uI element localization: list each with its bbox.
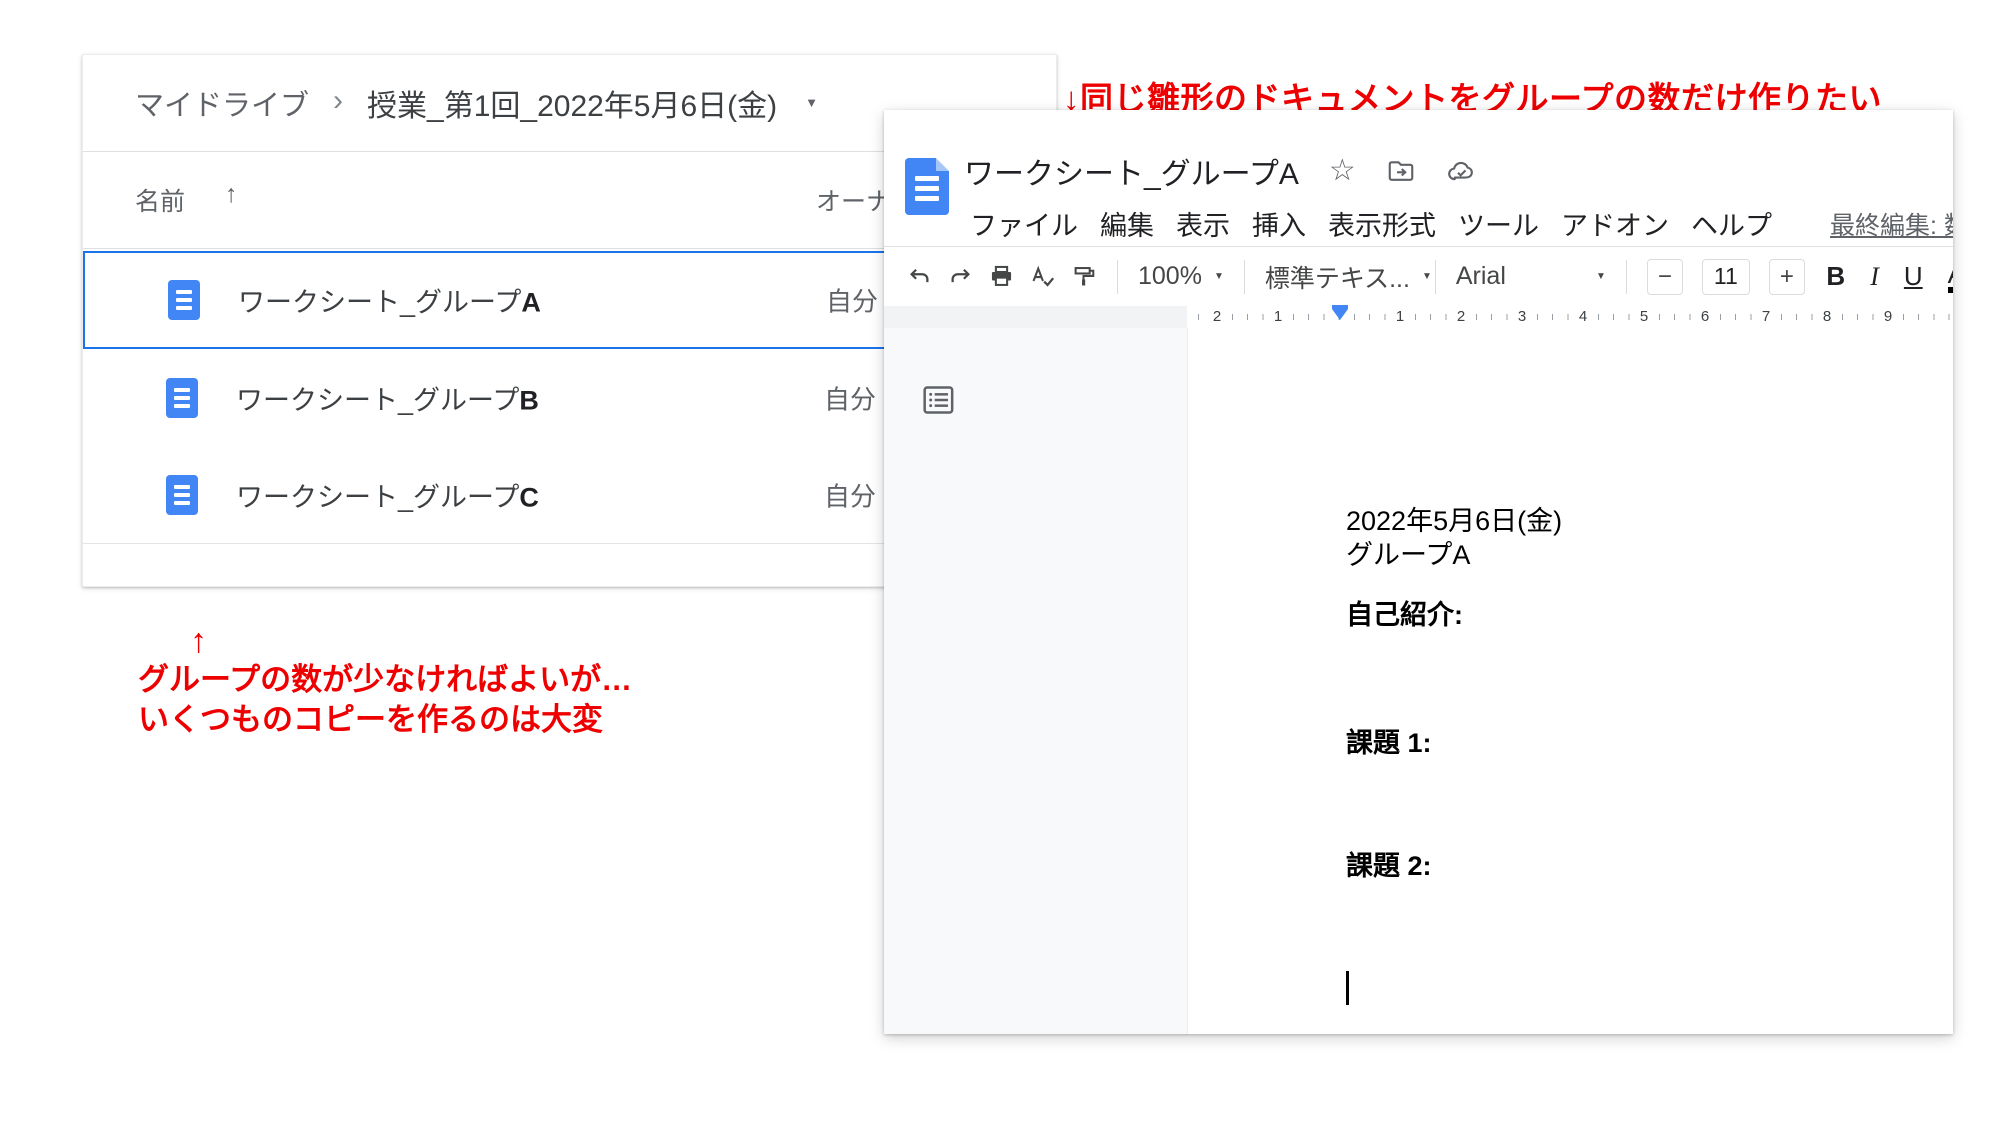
bold-button[interactable]: B — [1826, 261, 1845, 292]
text-cursor — [1346, 971, 1349, 1005]
undo-icon[interactable] — [906, 263, 933, 290]
menu-format[interactable]: 表示形式 — [1326, 204, 1438, 243]
paint-format-icon[interactable] — [1070, 263, 1097, 290]
breadcrumb-current-folder[interactable]: 授業_第1回_2022年5月6日(金) — [367, 81, 777, 125]
ruler-number: 6 — [1698, 307, 1712, 327]
up-arrow-annotation: ↑ — [190, 622, 632, 660]
google-docs-window: ワークシート_グループA ☆ ファイル — [884, 110, 1953, 1034]
font-size-increase-button[interactable]: + — [1769, 259, 1805, 295]
ruler-number: 8 — [1820, 307, 1834, 327]
menu-addons[interactable]: アドオン — [1559, 204, 1671, 243]
file-owner: 自分 — [826, 282, 878, 319]
ruler-number: 1 — [1271, 307, 1285, 327]
docs-title-row: ワークシート_グループA ☆ — [964, 148, 1476, 194]
menu-file[interactable]: ファイル — [968, 204, 1080, 243]
star-icon[interactable]: ☆ — [1329, 156, 1356, 186]
document-canvas: 2022年5月6日(金) グループA 自己紹介: 課題 1: 課題 2: — [884, 328, 1953, 1034]
file-name: ワークシート_グループC — [236, 475, 539, 514]
file-name: ワークシート_グループA — [238, 281, 541, 320]
toolbar-separator — [1626, 260, 1627, 294]
toolbar-separator — [1117, 260, 1118, 294]
chevron-down-icon: ▼ — [1596, 271, 1606, 282]
last-edited-link[interactable]: 最終編集: 数秒前 — [1830, 206, 1953, 242]
font-select[interactable]: Arial ▼ — [1456, 262, 1606, 291]
document-title[interactable]: ワークシート_グループA — [964, 149, 1299, 193]
breadcrumb-my-drive[interactable]: マイドライブ — [135, 82, 309, 124]
redo-icon[interactable] — [947, 263, 974, 290]
ruler-number: 7 — [1759, 307, 1773, 327]
menu-help[interactable]: ヘルプ — [1689, 204, 1774, 243]
text-color-button[interactable]: A — [1948, 261, 1953, 293]
font-size-value[interactable]: 11 — [1702, 259, 1750, 295]
move-folder-icon[interactable] — [1386, 156, 1416, 186]
italic-button[interactable]: I — [1870, 262, 1879, 292]
file-name: ワークシート_グループB — [236, 378, 539, 417]
google-docs-file-icon — [166, 475, 198, 515]
ruler-number: 1 — [1393, 307, 1407, 327]
annotation-line-1: グループの数が少なければよいが… — [138, 660, 632, 700]
google-docs-file-icon — [168, 280, 200, 320]
ruler-number: 2 — [1210, 307, 1224, 327]
docs-header: ワークシート_グループA ☆ ファイル — [884, 110, 1953, 247]
chevron-down-icon: ▼ — [1214, 271, 1224, 282]
spellcheck-icon[interactable] — [1029, 263, 1056, 290]
toolbar-separator — [1244, 260, 1245, 294]
indent-marker-icon[interactable] — [1332, 309, 1348, 320]
underline-button[interactable]: U — [1904, 261, 1923, 292]
screenshot-root: ↓同じ雛形のドキュメントをグループの数だけ作りたい マイドライブ › 授業_第1… — [0, 0, 2000, 1125]
google-docs-app-icon[interactable] — [905, 158, 949, 215]
ruler-number: 9 — [1881, 307, 1895, 327]
docs-toolbar: 100% ▼ 標準テキス... ▼ Arial ▼ − 11 + B I U A — [884, 247, 1953, 306]
breadcrumb: マイドライブ › 授業_第1回_2022年5月6日(金) ▼ — [135, 55, 818, 150]
font-size-decrease-button[interactable]: − — [1647, 259, 1683, 295]
file-owner: 自分 — [824, 476, 876, 513]
doc-line-date: 2022年5月6日(金) — [1346, 504, 1562, 538]
print-icon[interactable] — [988, 263, 1015, 290]
toolbar-separator — [1435, 260, 1436, 294]
chevron-down-icon: ▼ — [1422, 271, 1432, 282]
annotation-left-note: ↑ グループの数が少なければよいが… いくつものコピーを作るのは大変 — [138, 622, 632, 740]
ruler-number: 2 — [1454, 307, 1468, 327]
doc-line-group: グループA — [1346, 538, 1470, 572]
menu-view[interactable]: 表示 — [1174, 204, 1232, 243]
menu-insert[interactable]: 挿入 — [1250, 204, 1308, 243]
doc-line-intro: 自己紹介: — [1346, 598, 1463, 632]
doc-line-task2: 課題 2: — [1346, 849, 1432, 883]
document-page[interactable]: 2022年5月6日(金) グループA 自己紹介: 課題 1: 課題 2: — [1187, 328, 1953, 1034]
paragraph-style-select[interactable]: 標準テキス... ▼ — [1265, 259, 1415, 295]
ruler-scale: 2 1 1 2 3 4 5 6 7 8 9 — [1187, 306, 1953, 328]
folder-dropdown-icon[interactable]: ▼ — [805, 95, 818, 110]
annotation-line-2: いくつものコピーを作るのは大変 — [138, 700, 632, 740]
text-style-buttons: B I U A — [1826, 261, 1953, 293]
document-outline-icon[interactable] — [918, 380, 958, 420]
cloud-saved-icon[interactable] — [1446, 156, 1476, 186]
ruler-number: 3 — [1515, 307, 1529, 327]
ruler-number: 5 — [1637, 307, 1651, 327]
menu-tools[interactable]: ツール — [1456, 204, 1541, 243]
ruler-number: 4 — [1576, 307, 1590, 327]
google-docs-file-icon — [166, 378, 198, 418]
docs-menu-bar: ファイル 編集 表示 挿入 表示形式 ツール アドオン ヘルプ 最終編集: 数秒… — [968, 204, 1953, 243]
zoom-select[interactable]: 100% ▼ — [1138, 262, 1224, 291]
doc-line-task1: 課題 1: — [1346, 726, 1432, 760]
sort-ascending-icon[interactable]: ↑ — [225, 180, 238, 209]
menu-edit[interactable]: 編集 — [1098, 204, 1156, 243]
chevron-right-icon: › — [333, 84, 343, 118]
horizontal-ruler: 2 1 1 2 3 4 5 6 7 8 9 — [884, 306, 1953, 328]
file-owner: 自分 — [824, 379, 876, 416]
column-header-name[interactable]: 名前 — [135, 182, 185, 218]
